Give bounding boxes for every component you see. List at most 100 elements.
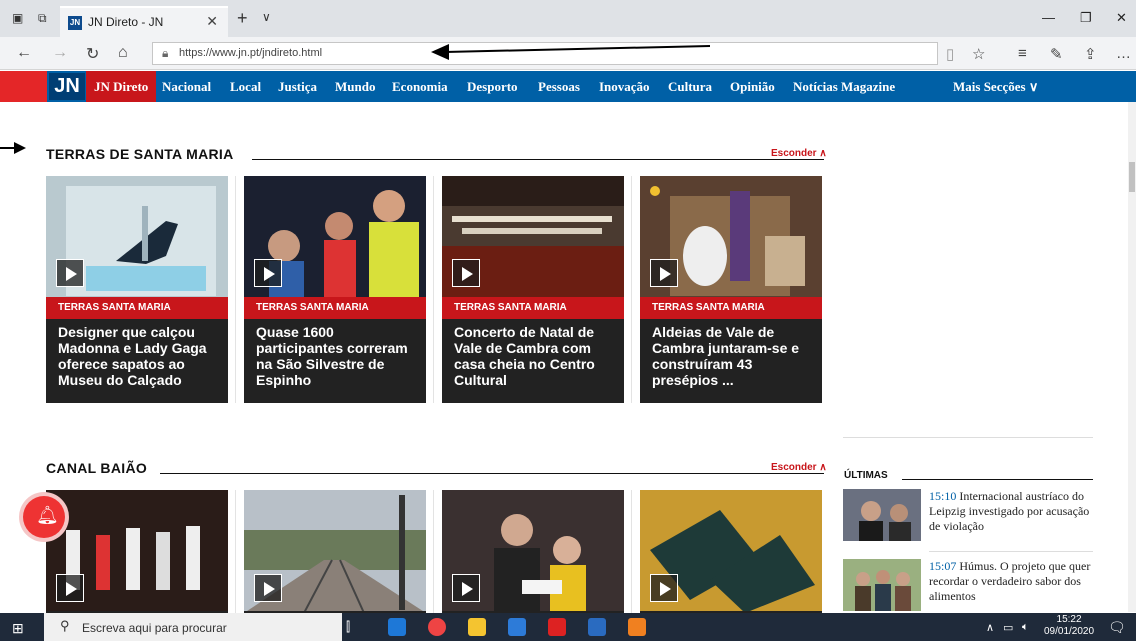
jn-favicon-icon: JN <box>68 16 82 30</box>
notification-bell-button[interactable]: 🔔︎ <box>23 496 65 538</box>
file-explorer-icon[interactable] <box>468 618 486 636</box>
jn-logo[interactable]: JN <box>49 73 85 100</box>
clock-date: 09/01/2020 <box>1044 626 1095 637</box>
card-headline[interactable]: Concerto de Natal de Vale de Cambra com … <box>454 324 620 388</box>
card-headline[interactable]: Designer que calçou Madonna e Lady Gaga … <box>58 324 224 388</box>
hide-section-button[interactable]: Esconder ∧ <box>771 148 827 159</box>
sidebar-title: ÚLTIMAS <box>844 470 888 481</box>
nav-item-desporto[interactable]: Desporto <box>467 71 518 102</box>
volume-icon[interactable]: 🔈︎ <box>1022 621 1029 634</box>
nav-item-cultura[interactable]: Cultura <box>668 71 712 102</box>
store-app-icon[interactable] <box>508 618 526 636</box>
sidebar-divider <box>843 437 1093 438</box>
back-icon[interactable]: ← <box>16 44 32 62</box>
nav-item-economia[interactable]: Economia <box>392 71 448 102</box>
favorites-list-icon[interactable]: ≡ <box>1018 45 1027 62</box>
card-tag[interactable]: TERRAS SANTA MARIA <box>640 297 822 319</box>
column-divider <box>433 490 434 613</box>
nav-item-local[interactable]: Local <box>230 71 261 102</box>
play-icon[interactable] <box>56 259 84 287</box>
task-view-icon[interactable]: ⫿ <box>346 619 350 635</box>
nav-item-jn-direto[interactable]: JN Direto <box>86 71 157 102</box>
play-icon[interactable] <box>56 574 84 602</box>
share-icon[interactable]: ⇪ <box>1084 45 1097 63</box>
page-scrollbar[interactable] <box>1128 102 1136 612</box>
nav-item-justica[interactable]: Justiça <box>278 71 317 102</box>
nav-item-mundo[interactable]: Mundo <box>335 71 375 102</box>
nav-item-mais-seccoes[interactable]: Mais Secções ∨ <box>953 71 1038 102</box>
nav-item-nacional[interactable]: Nacional <box>162 71 211 102</box>
nav-item-inovacao[interactable]: Inovação <box>599 71 650 102</box>
home-icon[interactable]: ⌂ <box>118 44 128 62</box>
annotation-arrow-section <box>0 142 26 154</box>
action-center-icon[interactable]: 🗨︎ <box>1108 619 1126 636</box>
card-tag[interactable]: TERRAS SANTA MARIA <box>442 297 624 319</box>
mais-seccoes-label: Mais Secções <box>953 79 1026 94</box>
nav-item-noticias-magazine[interactable]: Notícias Magazine <box>793 71 895 102</box>
web-note-icon[interactable]: ✎ <box>1050 45 1063 63</box>
tab-jn-direto[interactable]: JN JN Direto - JN ✕ <box>60 6 228 37</box>
news-card[interactable]: TERRAS SANTA MARIA Designer que calçou M… <box>46 176 228 403</box>
sidebar-title-line <box>902 479 1093 480</box>
taskbar-search-box[interactable]: ⚲ Escreva aqui para procurar <box>44 613 342 641</box>
column-divider <box>235 176 236 403</box>
card-tag[interactable]: TERRAS SANTA MARIA <box>244 297 426 319</box>
other-app-icon[interactable] <box>628 618 646 636</box>
more-icon[interactable]: … <box>1116 45 1131 62</box>
document-app-icon[interactable] <box>588 618 606 636</box>
play-icon[interactable] <box>650 259 678 287</box>
taskbar-clock[interactable]: 15:22 09/01/2020 <box>1044 614 1094 638</box>
latest-news-item[interactable]: 15:07 Húmus. O projeto que quer recordar… <box>843 559 1093 611</box>
close-window-icon[interactable]: ✕ <box>1116 10 1127 26</box>
play-icon[interactable] <box>452 574 480 602</box>
acrobat-app-icon[interactable] <box>548 618 566 636</box>
restore-icon[interactable]: ❐ <box>1080 10 1092 26</box>
column-divider <box>631 490 632 613</box>
latest-thumbnail <box>843 489 921 541</box>
refresh-icon[interactable]: ↻ <box>86 44 99 64</box>
play-icon[interactable] <box>254 574 282 602</box>
play-icon[interactable] <box>452 259 480 287</box>
windows-taskbar: ⊞ ⚲ Escreva aqui para procurar ⫿ ∧ ▭ 🔈︎ … <box>0 613 1136 641</box>
scrollbar-thumb[interactable] <box>1129 162 1135 192</box>
tab-preview-chevron-icon[interactable]: ∨ <box>262 10 271 24</box>
reading-view-icon[interactable]: ▯ <box>946 45 954 63</box>
news-card[interactable] <box>46 490 228 613</box>
news-card[interactable]: TERRAS SANTA MARIA Aldeias de Vale de Ca… <box>640 176 822 403</box>
card-tag[interactable]: TERRAS SANTA MARIA <box>46 297 228 319</box>
card-headline[interactable]: Aldeias de Vale de Cambra juntaram-se e … <box>652 324 818 388</box>
browser-tab-bar: ▣ ⧉ JN JN Direto - JN ✕ + ∨ — ❐ ✕ <box>0 0 1136 37</box>
edge-app-icon[interactable] <box>388 618 406 636</box>
latest-time: 15:10 <box>929 489 957 503</box>
tab-title: JN Direto - JN <box>88 15 164 29</box>
favorite-star-icon[interactable]: ☆ <box>972 45 985 63</box>
annotation-arrow-url <box>431 44 711 60</box>
news-card[interactable] <box>640 490 822 613</box>
forward-icon[interactable]: → <box>52 44 68 62</box>
play-icon[interactable] <box>650 574 678 602</box>
hide-label: Esconder <box>771 462 817 473</box>
news-card[interactable] <box>442 490 624 613</box>
nav-item-opiniao[interactable]: Opinião <box>730 71 775 102</box>
play-icon[interactable] <box>254 259 282 287</box>
latest-news-item[interactable]: 15:10 Internacional austríaco do Leipzig… <box>843 489 1093 543</box>
tray-chevron-up-icon[interactable]: ∧ <box>986 621 994 634</box>
lock-icon: 🔒︎ <box>162 46 169 60</box>
chrome-app-icon[interactable] <box>428 618 446 636</box>
network-icon[interactable]: ▭ <box>1003 621 1013 634</box>
close-tab-icon[interactable]: ✕ <box>206 13 218 30</box>
nav-red-cap <box>0 71 47 102</box>
section-title-canal-baiao: CANAL BAIÃO <box>46 460 148 476</box>
news-card[interactable] <box>244 490 426 613</box>
hide-section-button[interactable]: Esconder ∧ <box>771 462 827 473</box>
news-card[interactable]: TERRAS SANTA MARIA Concerto de Natal de … <box>442 176 624 403</box>
card-headline[interactable]: Quase 1600 participantes correram na São… <box>256 324 422 388</box>
news-card[interactable]: TERRAS SANTA MARIA Quase 1600 participan… <box>244 176 426 403</box>
set-aside-tabs-icon[interactable]: ⧉ <box>38 12 52 24</box>
window-menu-icon[interactable]: ▣ <box>12 12 26 24</box>
new-tab-icon[interactable]: + <box>237 8 248 29</box>
sidebar-item-divider <box>929 551 1093 552</box>
minimize-icon[interactable]: — <box>1042 10 1055 25</box>
nav-item-pessoas[interactable]: Pessoas <box>538 71 580 102</box>
windows-start-icon[interactable]: ⊞ <box>12 620 24 637</box>
